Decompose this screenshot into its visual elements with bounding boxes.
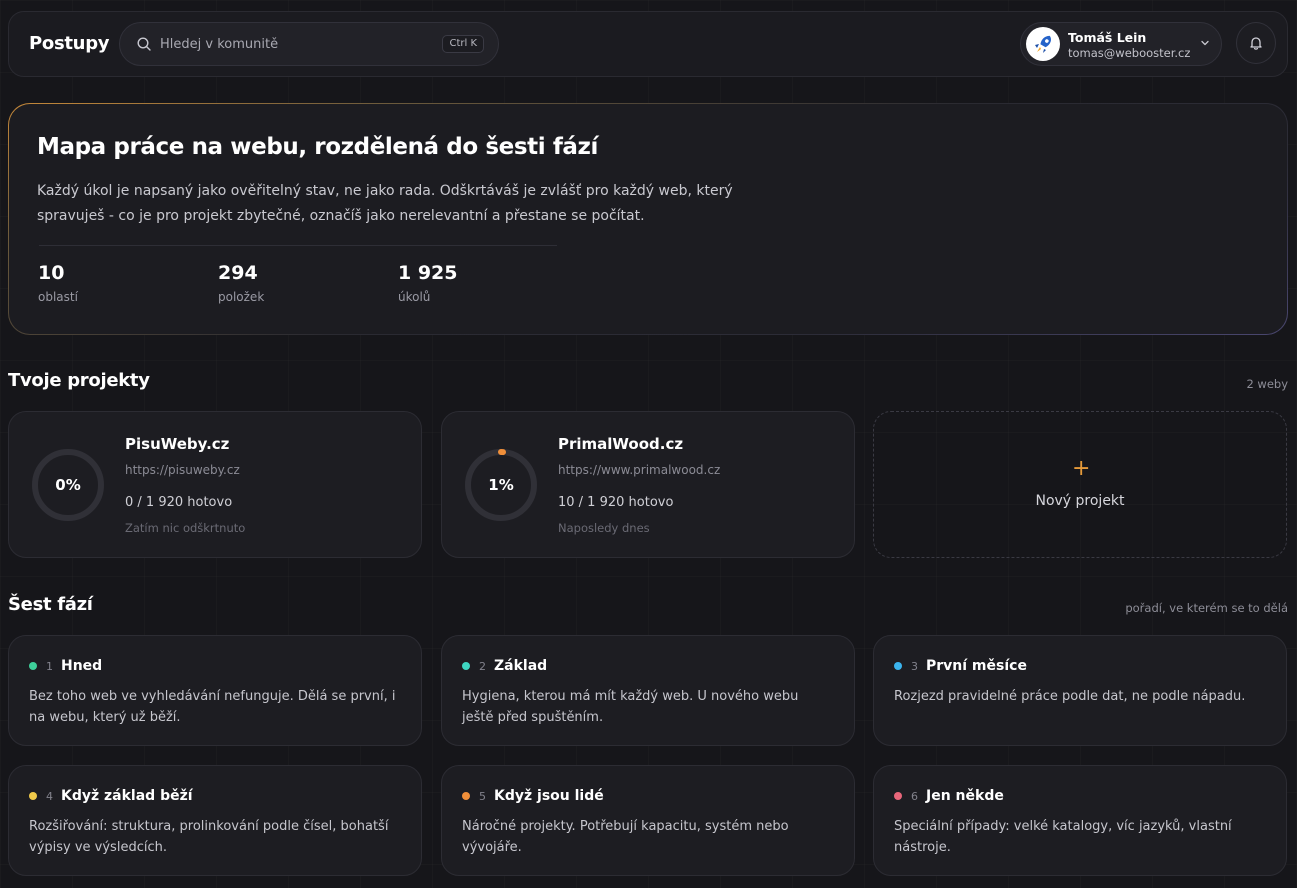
divider bbox=[39, 245, 557, 246]
phase-name: Když základ běží bbox=[61, 788, 193, 804]
project-url: https://www.primalwood.cz bbox=[558, 463, 721, 477]
hero-description: Každý úkol je napsaný jako ověřitelný st… bbox=[37, 183, 733, 224]
phase-dot bbox=[462, 662, 470, 670]
phase-dot bbox=[894, 662, 902, 670]
phase-name: První měsíce bbox=[926, 658, 1027, 674]
stat-label: položek bbox=[218, 290, 265, 304]
stat-tasks: 1 925 úkolů bbox=[398, 262, 458, 304]
phase-card-5[interactable]: 5 Když jsou lidé Náročné projekty. Potře… bbox=[441, 765, 855, 876]
avatar bbox=[1026, 27, 1060, 61]
phase-name: Jen někde bbox=[926, 788, 1004, 804]
phases-meta: pořadí, ve kterém se to dělá bbox=[1125, 601, 1288, 615]
search-shortcut-badge: Ctrl K bbox=[442, 35, 484, 53]
progress-percent: 0% bbox=[55, 476, 81, 494]
search-icon bbox=[137, 37, 151, 51]
phase-dot bbox=[894, 792, 902, 800]
plus-icon: + bbox=[1072, 456, 1091, 481]
bell-icon bbox=[1250, 37, 1262, 50]
project-url: https://pisuweby.cz bbox=[125, 463, 240, 477]
stat-value: 1 925 bbox=[398, 262, 458, 284]
progress-percent: 1% bbox=[488, 476, 514, 494]
new-project-button[interactable]: + Nový projekt bbox=[873, 411, 1287, 558]
projects-count: 2 weby bbox=[1246, 377, 1288, 391]
phase-card-4[interactable]: 4 Když základ běží Rozšiřování: struktur… bbox=[8, 765, 422, 876]
project-note: Zatím nic odškrtnuto bbox=[125, 521, 246, 535]
phase-number: 6 bbox=[911, 789, 918, 803]
search-box[interactable]: Ctrl K bbox=[119, 22, 499, 66]
user-name: Tomáš Lein bbox=[1068, 30, 1147, 45]
hero-title: Mapa práce na webu, rozdělená do šesti f… bbox=[37, 134, 599, 160]
project-progress: 0 / 1 920 hotovo bbox=[125, 495, 233, 510]
user-email: tomas@webooster.cz bbox=[1068, 46, 1191, 60]
phase-name: Když jsou lidé bbox=[494, 788, 604, 804]
phase-number: 1 bbox=[46, 659, 53, 673]
phase-description: Náročné projekty. Potřebují kapacitu, sy… bbox=[462, 819, 789, 855]
phase-number: 5 bbox=[479, 789, 486, 803]
phase-card-3[interactable]: 3 První měsíce Rozjezd pravidelné práce … bbox=[873, 635, 1287, 746]
phase-description: Rozjezd pravidelné práce podle dat, ne p… bbox=[894, 689, 1246, 704]
phase-number: 4 bbox=[46, 789, 53, 803]
stat-value: 10 bbox=[38, 262, 65, 284]
phases-heading: Šest fází bbox=[8, 594, 93, 615]
phase-description: Hygiena, kterou má mít každý web. U nové… bbox=[462, 689, 799, 725]
phase-number: 2 bbox=[479, 659, 486, 673]
rocket-icon bbox=[1035, 35, 1051, 53]
project-progress: 10 / 1 920 hotovo bbox=[558, 495, 674, 510]
phase-name: Hned bbox=[61, 658, 103, 674]
phase-card-1[interactable]: 1 Hned Bez toho web ve vyhledávání nefun… bbox=[8, 635, 422, 746]
top-bar: Postupy Ctrl K Tomáš Lein tomas@webooste… bbox=[8, 11, 1288, 77]
project-card-pisuweby[interactable]: 0% PisuWeby.cz https://pisuweby.cz 0 / 1… bbox=[8, 411, 422, 558]
phase-description: Bez toho web ve vyhledávání nefunguje. D… bbox=[29, 689, 396, 725]
phase-description: Rozšiřování: struktura, prolinkování pod… bbox=[29, 819, 389, 855]
project-card-primalwood[interactable]: 1% PrimalWood.cz https://www.primalwood.… bbox=[441, 411, 855, 558]
stat-label: úkolů bbox=[398, 290, 431, 304]
search-input[interactable] bbox=[160, 23, 430, 65]
project-name[interactable]: PrimalWood.cz bbox=[558, 435, 683, 453]
projects-heading: Tvoje projekty bbox=[8, 370, 150, 391]
phase-dot bbox=[462, 792, 470, 800]
new-project-label: Nový projekt bbox=[1035, 493, 1125, 509]
project-name[interactable]: PisuWeby.cz bbox=[125, 435, 229, 453]
chevron-down-icon bbox=[1201, 40, 1209, 46]
stat-items: 294 položek bbox=[218, 262, 264, 304]
phase-name: Základ bbox=[494, 658, 548, 674]
brand-logo[interactable]: Postupy bbox=[29, 33, 110, 54]
stat-label: oblastí bbox=[38, 290, 78, 304]
notifications-button[interactable] bbox=[1236, 22, 1276, 64]
phase-description: Speciální případy: velké katalogy, víc j… bbox=[894, 819, 1232, 855]
project-note: Naposledy dnes bbox=[558, 521, 650, 535]
hero-panel: Mapa práce na webu, rozdělená do šesti f… bbox=[8, 103, 1288, 335]
stat-value: 294 bbox=[218, 262, 258, 284]
phase-dot bbox=[29, 662, 37, 670]
phase-card-6[interactable]: 6 Jen někde Speciální případy: velké kat… bbox=[873, 765, 1287, 876]
phase-number: 3 bbox=[911, 659, 918, 673]
stat-areas: 10 oblastí bbox=[38, 262, 78, 304]
phase-dot bbox=[29, 792, 37, 800]
user-menu[interactable]: Tomáš Lein tomas@webooster.cz bbox=[1020, 22, 1222, 66]
phase-card-2[interactable]: 2 Základ Hygiena, kterou má mít každý we… bbox=[441, 635, 855, 746]
